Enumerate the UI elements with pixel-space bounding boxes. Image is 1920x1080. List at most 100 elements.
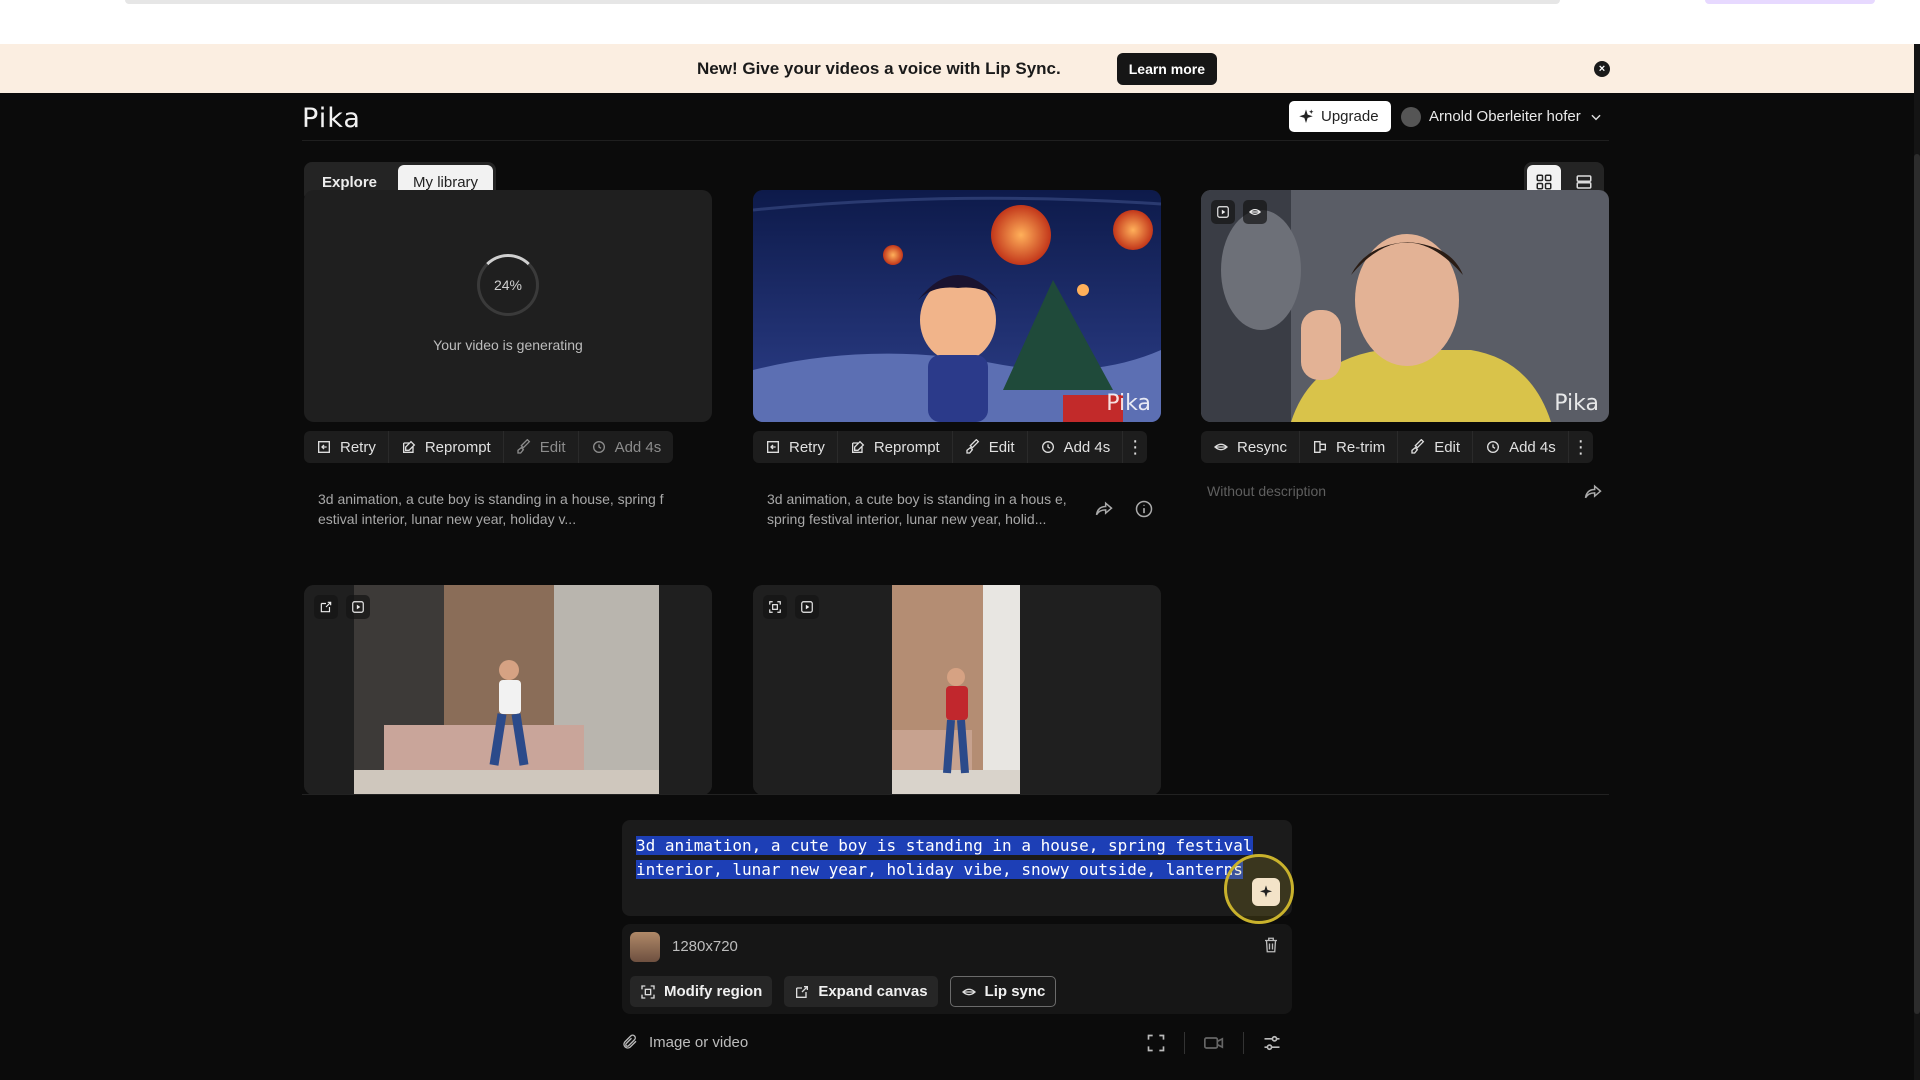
edit-button[interactable]: Edit — [504, 431, 579, 463]
modify-region-label: Modify region — [664, 983, 763, 1000]
grid-icon — [1536, 174, 1552, 190]
prompt-text[interactable]: 3d animation, a cute boy is standing in … — [636, 834, 1256, 882]
share-icon[interactable] — [1582, 481, 1604, 503]
clock-plus-icon — [1487, 441, 1500, 453]
card-badges — [763, 595, 819, 619]
add-4s-label: Add 4s — [614, 438, 662, 456]
prompt-input[interactable]: 3d animation, a cute boy is standing in … — [622, 820, 1292, 916]
learn-more-button[interactable]: Learn more — [1116, 52, 1217, 85]
prompt-line-1: 3d animation, a cute boy is standing in … — [636, 836, 1253, 855]
lips-badge-icon — [1243, 200, 1267, 224]
user-menu[interactable]: Arnold Oberleiter hofer — [1401, 101, 1603, 132]
region-icon — [641, 984, 655, 999]
info-icon[interactable] — [1133, 498, 1155, 520]
composer-divider — [302, 794, 1609, 795]
expand-badge-icon — [314, 595, 338, 619]
edit-label: Edit — [988, 438, 1015, 456]
modify-region-button[interactable]: Modify region — [630, 976, 773, 1007]
add-4s-button[interactable]: Add 4s — [1028, 431, 1124, 463]
reprompt-button[interactable]: Reprompt — [389, 431, 504, 463]
edit-label: Edit — [1434, 438, 1461, 456]
expand-icon — [796, 985, 809, 998]
share-icon[interactable] — [1093, 498, 1115, 520]
generating-status: Your video is generating — [433, 337, 583, 353]
media-thumbnail — [630, 932, 660, 962]
card-description: 3d animation, a cute boy is standing in … — [318, 491, 664, 527]
video-card-animation[interactable]: Pika — [753, 190, 1161, 422]
video-card-generating[interactable]: 24% Your video is generating — [304, 190, 712, 422]
video-card-dance-1[interactable] — [304, 585, 712, 795]
banner-text: New! Give your videos a voice with Lip S… — [697, 58, 1061, 78]
lips-icon — [1213, 443, 1229, 451]
trash-icon[interactable] — [1262, 936, 1280, 954]
composer-options — [1146, 1032, 1282, 1054]
edit-square-icon — [851, 440, 865, 453]
re-trim-label: Re-trim — [1336, 438, 1386, 456]
attach-label: Image or video — [649, 1033, 749, 1051]
attach-button[interactable]: Image or video — [621, 1033, 748, 1051]
region-badge-icon — [763, 595, 787, 619]
edit-button[interactable]: Edit — [1398, 431, 1474, 463]
avatar — [1401, 106, 1421, 127]
user-name: Arnold Oberleiter hofer — [1429, 108, 1581, 125]
video-badge-icon — [795, 595, 819, 619]
card-description: 3d animation, a cute boy is standing in … — [767, 491, 1067, 527]
attached-media-panel: 1280x720 Modify region Expand canvas Lip… — [622, 924, 1292, 1014]
scrollbar-thumb[interactable] — [1914, 154, 1920, 1014]
retry-button[interactable]: Retry — [304, 431, 389, 463]
retry-label: Retry — [340, 438, 376, 456]
clock-plus-icon — [592, 441, 605, 453]
progress-ring: 24% — [477, 254, 539, 316]
add-4s-label: Add 4s — [1063, 438, 1111, 456]
re-trim-button[interactable]: Re-trim — [1300, 431, 1399, 463]
sparkle-icon — [1260, 885, 1272, 898]
trim-icon — [1314, 441, 1327, 453]
generate-button[interactable] — [1252, 878, 1280, 906]
clock-plus-icon — [1041, 441, 1054, 453]
page-scrollbar[interactable] — [1914, 44, 1920, 1080]
upgrade-label: Upgrade — [1321, 108, 1379, 125]
media-resolution: 1280x720 — [672, 938, 738, 955]
upgrade-button[interactable]: Upgrade — [1289, 101, 1391, 132]
close-icon[interactable]: × — [1594, 61, 1610, 77]
expand-canvas-label: Expand canvas — [818, 983, 928, 1000]
paperclip-icon — [623, 1034, 637, 1049]
camera-icon[interactable] — [1203, 1033, 1225, 1053]
address-bar-edge — [125, 0, 1560, 4]
add-4s-button[interactable]: Add 4s — [579, 431, 674, 463]
browser-top-strip — [0, 0, 1920, 44]
more-menu-icon[interactable]: ⋮ — [1123, 431, 1147, 463]
reprompt-button[interactable]: Reprompt — [838, 431, 953, 463]
card-badges — [314, 595, 370, 619]
browser-button-edge — [1705, 0, 1875, 4]
more-menu-icon[interactable]: ⋮ — [1569, 431, 1593, 463]
resync-label: Resync — [1237, 438, 1288, 456]
reprompt-label: Reprompt — [424, 438, 491, 456]
retry-icon — [318, 441, 330, 453]
settings-sliders-icon[interactable] — [1262, 1033, 1282, 1053]
reprompt-label: Reprompt — [873, 438, 940, 456]
announcement-banner: New! Give your videos a voice with Lip S… — [0, 44, 1914, 93]
retry-label: Retry — [789, 438, 825, 456]
aspect-ratio-icon[interactable] — [1146, 1033, 1166, 1053]
progress-label: 24% — [493, 277, 523, 293]
divider — [1184, 1032, 1185, 1054]
add-4s-button[interactable]: Add 4s — [1473, 431, 1569, 463]
pika-logo[interactable]: Pika — [302, 103, 361, 134]
expand-canvas-button[interactable]: Expand canvas — [784, 976, 938, 1007]
retry-button[interactable]: Retry — [753, 431, 838, 463]
card-badges — [1211, 200, 1267, 224]
header-divider — [302, 140, 1609, 141]
video-thumbnail — [753, 190, 1161, 422]
video-card-dance-2[interactable] — [753, 585, 1161, 795]
video-badge-icon — [1211, 200, 1235, 224]
prompt-line-2: interior, lunar new year, holiday vibe, … — [636, 860, 1243, 879]
app-header: Pika Upgrade Arnold Oberleiter hofer — [0, 93, 1914, 143]
resync-button[interactable]: Resync — [1201, 431, 1301, 463]
lip-sync-button[interactable]: Lip sync — [949, 976, 1057, 1007]
video-card-lipsync[interactable]: Pika — [1201, 190, 1609, 422]
add-4s-label: Add 4s — [1509, 438, 1556, 456]
retry-icon — [767, 441, 779, 453]
edit-button[interactable]: Edit — [953, 431, 1028, 463]
brush-icon — [517, 439, 530, 454]
